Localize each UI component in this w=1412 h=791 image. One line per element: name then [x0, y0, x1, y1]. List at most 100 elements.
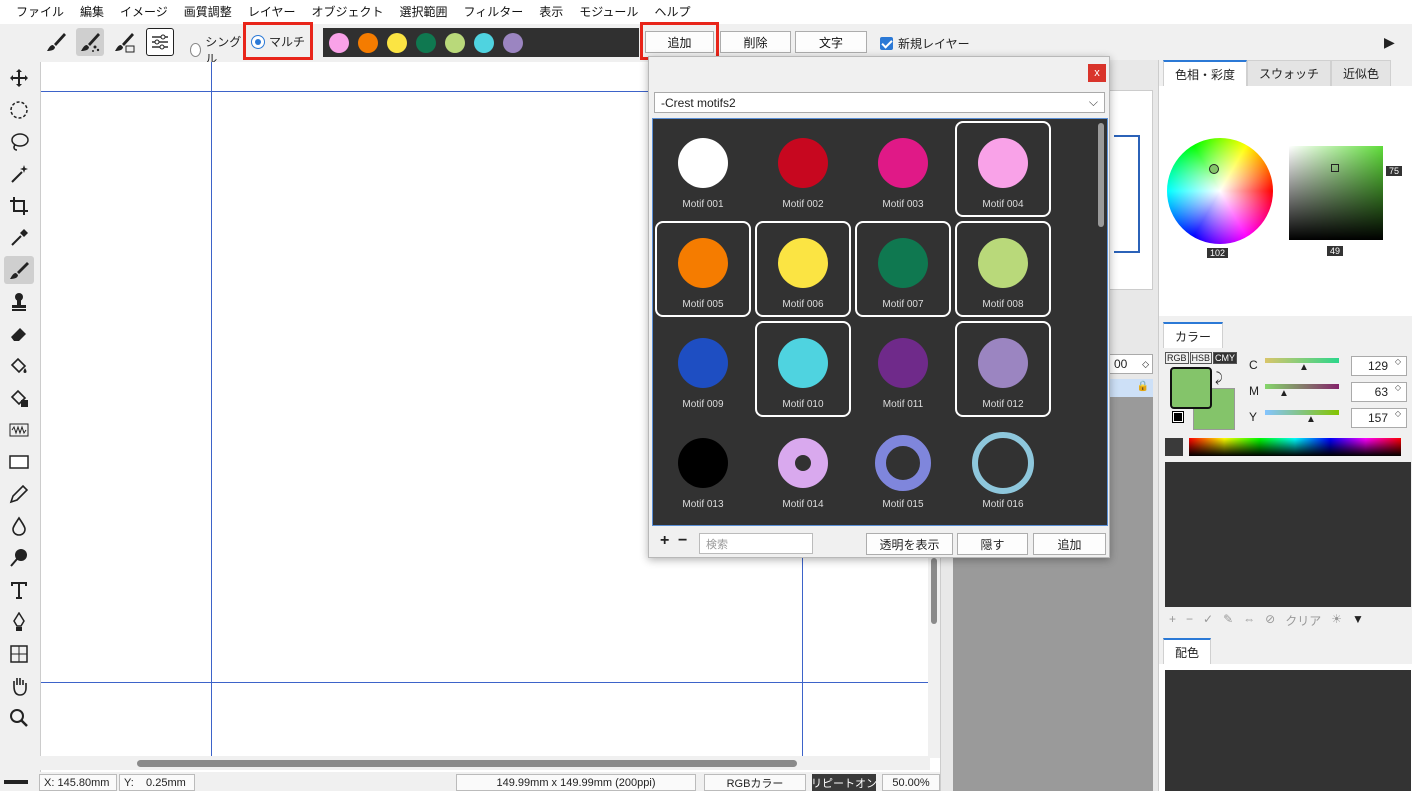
edit-icon[interactable]: ✎ [1223, 612, 1233, 629]
pen-tool-icon[interactable] [4, 608, 34, 636]
no-color-icon[interactable]: ⊘ [1265, 612, 1275, 629]
mode-rgb[interactable]: RGB [1165, 352, 1189, 364]
motif-cell[interactable]: Motif 002 [755, 121, 851, 217]
tab-swatch[interactable]: スウォッチ [1247, 60, 1332, 86]
slider-m-track[interactable] [1265, 384, 1339, 389]
motif-cell[interactable]: Motif 011 [855, 321, 951, 417]
slider-y-track[interactable] [1265, 410, 1339, 415]
brush-tool-icon[interactable] [4, 256, 34, 284]
foreground-color-swatch[interactable] [1170, 367, 1212, 409]
motif-swatch[interactable] [358, 32, 378, 53]
repeat-toggle[interactable]: リピートオン [811, 774, 877, 791]
scroll-thumb[interactable] [1098, 123, 1104, 227]
motif-swatch[interactable] [503, 32, 523, 53]
tab-color[interactable]: カラー [1163, 322, 1224, 348]
tab-hue-saturation[interactable]: 色相・彩度 [1163, 60, 1248, 86]
slider-y-thumb[interactable]: ▲ [1306, 414, 1316, 425]
remove-swatch-icon[interactable]: − [1186, 612, 1193, 629]
c-value-field[interactable]: 129 ◇ [1351, 356, 1407, 376]
menu-item[interactable]: フィルター [455, 0, 531, 24]
check-icon[interactable]: ✓ [1203, 612, 1213, 629]
motif-cell[interactable]: Motif 013 [655, 421, 751, 517]
motif-cell[interactable]: Motif 010 [755, 321, 851, 417]
menu-item[interactable]: オブジェクト [303, 0, 391, 24]
text-tool-icon[interactable] [4, 576, 34, 604]
mode-cmy[interactable]: CMY [1213, 352, 1238, 364]
selected-layer-row[interactable]: 🔒 [1109, 379, 1153, 397]
selected-motifs-strip[interactable] [323, 28, 639, 57]
harmony-area[interactable] [1165, 670, 1411, 791]
menu-item[interactable]: レイヤー [240, 0, 304, 24]
motif-cell[interactable]: Motif 014 [755, 421, 851, 517]
menu-item[interactable]: ヘルプ [646, 0, 698, 24]
menu-item[interactable]: イメージ [112, 0, 176, 24]
horizontal-scrollbar[interactable] [40, 756, 930, 770]
motif-swatch[interactable] [387, 32, 407, 53]
zoom-icon[interactable] [4, 704, 34, 732]
motif-cell[interactable]: Motif 005 [655, 221, 751, 317]
sun-icon[interactable]: ☀ [1331, 612, 1342, 629]
magic-wand-icon[interactable] [4, 160, 34, 188]
recent-color-swatch[interactable] [1165, 438, 1183, 456]
saturation-brightness-square[interactable] [1289, 146, 1383, 240]
motif-cell[interactable]: Motif 007 [855, 221, 951, 317]
motif-cell[interactable]: Motif 001 [655, 121, 751, 217]
opacity-field[interactable]: 00 ◇ [1109, 354, 1153, 374]
grid-scrollbar[interactable] [1096, 121, 1106, 523]
add-motif-icon[interactable]: + [660, 532, 669, 550]
dodge-icon[interactable] [4, 544, 34, 572]
tab-similar-colors[interactable]: 近似色 [1331, 60, 1392, 86]
stamp-icon[interactable] [4, 288, 34, 316]
tab-harmony[interactable]: 配色 [1163, 638, 1212, 664]
ellipse-select-icon[interactable] [4, 96, 34, 124]
motif-set-select[interactable]: -Crest motifs2 ⌵ [654, 92, 1105, 113]
menu-item[interactable]: ファイル [8, 0, 72, 24]
lock-icon[interactable]: 🔒 [1137, 381, 1149, 392]
swatch-area[interactable] [1165, 462, 1411, 607]
menu-item[interactable]: モジュール [571, 0, 646, 24]
add-button[interactable]: 追加 [645, 31, 714, 53]
mode-hsb[interactable]: HSB [1189, 352, 1213, 364]
slider-c-thumb[interactable]: ▲ [1299, 362, 1309, 373]
brush-icon[interactable] [42, 28, 70, 56]
hue-wheel[interactable] [1167, 138, 1273, 244]
delete-button[interactable]: 削除 [720, 31, 791, 53]
y-value-field[interactable]: 157 ◇ [1351, 408, 1407, 428]
lasso-icon[interactable] [4, 128, 34, 156]
menu-item[interactable]: 選択範囲 [391, 0, 455, 24]
clear-label[interactable]: クリア [1285, 612, 1321, 629]
remove-motif-icon[interactable]: − [678, 532, 687, 550]
edit-image-icon[interactable] [4, 480, 34, 508]
motif-cell[interactable]: Motif 003 [855, 121, 951, 217]
add-swatch-icon[interactable]: + [1169, 612, 1176, 629]
motif-swatch[interactable] [474, 32, 494, 53]
eraser-icon[interactable] [4, 320, 34, 348]
sb-marker[interactable] [1331, 164, 1339, 172]
show-transparency-button[interactable]: 透明を表示 [866, 533, 953, 555]
motif-brush-icon[interactable] [76, 28, 104, 56]
zoom-level[interactable]: 50.00% [882, 774, 940, 791]
motif-cell[interactable]: Motif 012 [955, 321, 1051, 417]
scroll-thumb[interactable] [137, 760, 797, 767]
text-button[interactable]: 文字 [795, 31, 867, 53]
scroll-thumb[interactable] [931, 558, 937, 624]
m-value-field[interactable]: 63 ◇ [1351, 382, 1407, 402]
motif-swatch[interactable] [445, 32, 465, 53]
color-spectrum[interactable] [1189, 438, 1401, 456]
settings-sliders-icon[interactable] [146, 28, 174, 56]
menu-item[interactable]: 画質調整 [176, 0, 240, 24]
swap-colors-icon[interactable]: ⤸ [1215, 370, 1223, 386]
slider-m-thumb[interactable]: ▲ [1279, 388, 1289, 399]
default-colors-icon[interactable] [1172, 411, 1184, 423]
blur-drop-icon[interactable] [4, 512, 34, 540]
menu-item[interactable]: 編集 [72, 0, 112, 24]
eyedropper-icon[interactable] [4, 224, 34, 252]
close-button[interactable]: x [1088, 64, 1106, 82]
search-input[interactable]: 検索 [699, 533, 813, 554]
dialog-add-button[interactable]: 追加 [1033, 533, 1106, 555]
motif-swatch[interactable] [416, 32, 436, 53]
rectangle-icon[interactable] [4, 448, 34, 476]
expand-arrow-icon[interactable]: ▶ [1384, 34, 1395, 51]
hide-button[interactable]: 隠す [957, 533, 1028, 555]
crop-icon[interactable] [4, 192, 34, 220]
